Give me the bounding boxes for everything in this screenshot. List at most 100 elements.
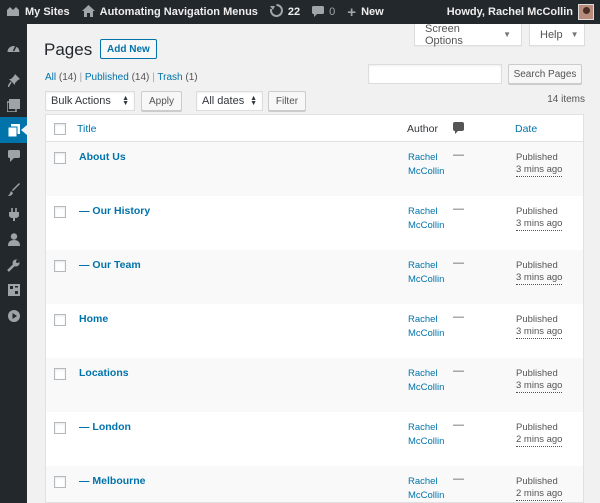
my-sites-menu[interactable]: My Sites — [0, 0, 76, 24]
publish-time: 3 mins ago — [516, 164, 563, 177]
title-column-header[interactable]: Title — [77, 123, 96, 135]
page-title-link[interactable]: — Our History — [79, 205, 150, 217]
row-checkbox[interactable] — [54, 152, 66, 164]
publish-status: Published — [516, 206, 558, 217]
new-content-menu[interactable]: + New — [341, 0, 389, 24]
publish-time: 3 mins ago — [516, 326, 563, 339]
page-title-link[interactable]: Locations — [79, 367, 129, 379]
help-button[interactable]: Help ▼ — [529, 24, 585, 46]
filter-published-link[interactable]: Published (14) — [85, 72, 150, 83]
my-sites-label: My Sites — [25, 6, 70, 18]
publish-time: 3 mins ago — [516, 380, 563, 393]
updates-menu[interactable]: 22 — [264, 0, 306, 24]
table-row: — Melbourne Rachel McCollin — Published 2 mi… — [46, 466, 583, 502]
row-checkbox[interactable] — [54, 422, 66, 434]
appearance-brush-icon[interactable] — [0, 176, 27, 202]
plugins-icon[interactable] — [0, 201, 27, 227]
content-area: Screen Options ▼ Help ▼ Pages Add New Al… — [27, 22, 600, 503]
status-filter-links: All (14) | Published (14) | Trash (1) — [45, 72, 198, 83]
row-checkbox[interactable] — [54, 260, 66, 272]
table-row: Home Rachel McCollin — Published 3 mins ago — [46, 304, 583, 358]
caret-down-icon: ▼ — [503, 30, 511, 39]
publish-time: 3 mins ago — [516, 218, 563, 231]
updates-count: 22 — [287, 6, 301, 18]
users-icon[interactable] — [0, 226, 27, 252]
comments-count: — — [453, 149, 464, 161]
select-arrows-icon: ▲ ▼ — [250, 95, 257, 107]
author-link[interactable]: Rachel McCollin — [408, 475, 448, 502]
publish-time: 3 mins ago — [516, 272, 563, 285]
plus-icon: + — [347, 3, 357, 21]
pages-icon[interactable] — [0, 117, 27, 143]
settings-icon[interactable] — [0, 277, 27, 303]
date-column-header[interactable]: Date — [515, 123, 537, 135]
comments-menu[interactable]: 0 — [306, 0, 341, 24]
dates-filter-select[interactable]: All dates ▲ ▼ — [196, 91, 263, 111]
bulk-actions-value: Bulk Actions — [51, 95, 111, 107]
author-link[interactable]: Rachel McCollin — [408, 259, 448, 286]
filter-trash-link[interactable]: Trash (1) — [157, 72, 197, 83]
search-input[interactable] — [368, 64, 502, 84]
screen-options-label: Screen Options — [425, 22, 463, 47]
row-checkbox[interactable] — [54, 314, 66, 326]
page-title: Pages — [44, 40, 93, 59]
table-row: Locations Rachel McCollin — Published 3 mins… — [46, 358, 583, 412]
site-name-menu[interactable]: Automating Navigation Menus — [76, 0, 264, 24]
select-all-checkbox[interactable] — [54, 123, 66, 135]
page-title-link[interactable]: — London — [79, 421, 131, 433]
filter-button[interactable]: Filter — [268, 91, 306, 111]
comments-column-icon[interactable] — [453, 122, 464, 134]
filter-all-count: (14) — [58, 72, 77, 83]
comments-count: — — [453, 365, 464, 377]
page-title-link[interactable]: Home — [79, 313, 108, 325]
author-link[interactable]: Rachel McCollin — [408, 205, 448, 232]
author-link[interactable]: Rachel McCollin — [408, 367, 448, 394]
page-title-link[interactable]: About Us — [79, 151, 126, 163]
updates-icon — [269, 4, 283, 20]
author-link[interactable]: Rachel McCollin — [408, 421, 448, 448]
comments-count: — — [453, 311, 464, 323]
filter-published-count: (14) — [131, 72, 150, 83]
publish-status: Published — [516, 314, 558, 325]
publish-status: Published — [516, 260, 558, 271]
comments-count: — — [453, 419, 464, 431]
avatar — [578, 4, 594, 20]
filter-trash-label: Trash — [157, 72, 183, 83]
row-checkbox[interactable] — [54, 206, 66, 218]
add-new-button[interactable]: Add New — [100, 39, 157, 59]
comments-count: 0 — [329, 6, 336, 18]
filter-all-link[interactable]: All (14) — [45, 72, 77, 83]
publish-time: 2 mins ago — [516, 488, 563, 501]
publish-time: 2 mins ago — [516, 434, 563, 447]
my-sites-icon — [6, 5, 20, 20]
media-icon[interactable] — [0, 92, 27, 118]
table-row: — Our History Rachel McCollin — Published 3 … — [46, 196, 583, 250]
table-row: About Us Rachel McCollin — Published 3 mins … — [46, 142, 583, 196]
publish-status: Published — [516, 368, 558, 379]
comments-count: — — [453, 473, 464, 485]
tools-wrench-icon[interactable] — [0, 252, 27, 278]
home-icon — [81, 4, 95, 20]
filter-all-label: All — [45, 72, 57, 83]
dashboard-icon[interactable] — [0, 34, 27, 60]
row-checkbox[interactable] — [54, 368, 66, 380]
screen-options-button[interactable]: Screen Options ▼ — [414, 22, 522, 47]
row-checkbox[interactable] — [54, 476, 66, 488]
apply-button[interactable]: Apply — [141, 91, 182, 111]
filter-published-label: Published — [84, 72, 129, 83]
publish-status: Published — [516, 476, 558, 487]
admin-sidebar — [0, 24, 27, 503]
author-link[interactable]: Rachel McCollin — [408, 151, 448, 178]
bulk-actions-select[interactable]: Bulk Actions ▲ ▼ — [45, 91, 135, 111]
publish-status: Published — [516, 422, 558, 433]
caret-down-icon: ▼ — [570, 30, 579, 39]
media-play-icon[interactable] — [0, 303, 27, 329]
posts-pin-icon[interactable] — [0, 67, 27, 93]
page-title-link[interactable]: — Melbourne — [79, 475, 146, 487]
comments-icon[interactable] — [0, 143, 27, 169]
search-pages-button[interactable]: Search Pages — [508, 64, 582, 84]
my-account-menu[interactable]: Howdy, Rachel McCollin — [441, 0, 600, 24]
page-title-link[interactable]: — Our Team — [79, 259, 141, 271]
author-link[interactable]: Rachel McCollin — [408, 313, 448, 340]
select-arrows-icon: ▲ ▼ — [122, 95, 129, 107]
